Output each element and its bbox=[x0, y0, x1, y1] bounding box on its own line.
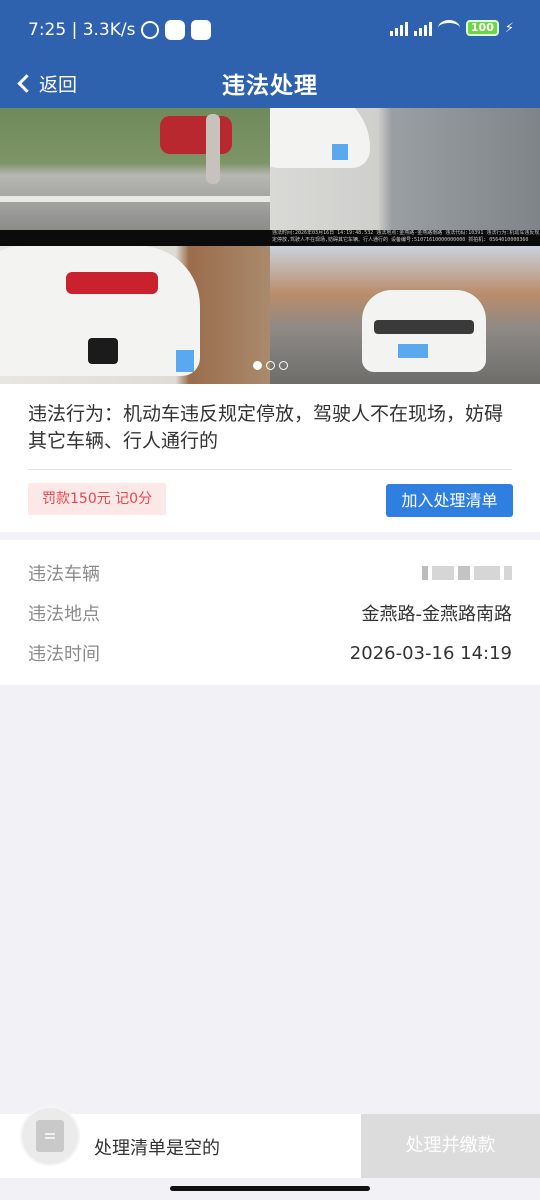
signal-icon-2 bbox=[413, 20, 432, 36]
detail-label: 违法时间 bbox=[28, 644, 100, 665]
violation-photo-carousel[interactable]: 违法时间:2026年03月16日 14:19:48.532 违法地点:金燕路-金… bbox=[0, 108, 540, 384]
add-to-list-button[interactable]: 加入处理清单 bbox=[386, 484, 513, 517]
carousel-dot bbox=[278, 361, 288, 370]
page-title: 违法处理 bbox=[222, 73, 318, 99]
detail-value: 2026-03-16 14:19 bbox=[349, 642, 512, 664]
detail-row-location: 违法地点 金燕路-金燕路南路 bbox=[28, 593, 512, 633]
list-icon bbox=[36, 1120, 64, 1152]
wifi-icon bbox=[437, 20, 460, 36]
signal-icon bbox=[389, 20, 408, 36]
status-bar: 7:25 | 3.3K/s 100 ⚡ bbox=[0, 0, 540, 58]
battery-icon: 100 bbox=[465, 20, 499, 36]
detail-label: 违法地点 bbox=[28, 604, 100, 625]
app-notification-icon bbox=[165, 20, 186, 40]
penalty-badge: 罚款150元 记0分 bbox=[28, 483, 167, 515]
bottom-action-bar: 处理清单是空的 处理并缴款 bbox=[0, 1106, 540, 1178]
carousel-dot-active bbox=[252, 361, 262, 370]
process-and-pay-button[interactable]: 处理并缴款 bbox=[361, 1114, 540, 1178]
evidence-photo-1 bbox=[0, 108, 270, 230]
violation-behavior: 违法行为：机动车违反规定停放，驾驶人不在现场，妨碍其它车辆、行人通行的 bbox=[28, 403, 504, 452]
photo-info-strip: 违法时间:2026年03月16日 14:19:48.532 违法地点:金燕路-金… bbox=[0, 230, 540, 246]
detail-label: 违法车辆 bbox=[28, 564, 100, 585]
photo-caption: 违法时间:2026年03月16日 14:19:48.532 违法地点:金燕路-金… bbox=[272, 230, 540, 243]
detail-row-vehicle: 违法车辆 bbox=[28, 553, 512, 593]
camera-notification-icon bbox=[191, 20, 212, 40]
violation-card: 违法行为：机动车违反规定停放，驾驶人不在现场，妨碍其它车辆、行人通行的 罚款15… bbox=[0, 384, 540, 532]
home-indicator[interactable] bbox=[170, 1186, 370, 1191]
evidence-photo-2 bbox=[270, 108, 540, 230]
status-time-speed: 7:25 | 3.3K/s bbox=[28, 20, 136, 40]
divider bbox=[28, 469, 512, 470]
masked-plate-value bbox=[422, 566, 512, 580]
violation-details: 违法车辆 违法地点 金燕路-金燕路南路 违法时间 2026-03-16 14:1… bbox=[0, 540, 540, 685]
charging-icon: ⚡ bbox=[504, 20, 514, 36]
carousel-dot bbox=[265, 361, 275, 370]
detail-value: 金燕路-金燕路南路 bbox=[361, 604, 513, 625]
detail-row-time: 违法时间 2026-03-16 14:19 bbox=[28, 633, 512, 673]
empty-list-text: 处理清单是空的 bbox=[94, 1138, 220, 1159]
processing-list-button[interactable] bbox=[20, 1106, 80, 1166]
nav-bar: 返回 违法处理 bbox=[0, 58, 540, 108]
alarm-icon bbox=[141, 21, 160, 39]
carousel-indicator bbox=[0, 361, 540, 370]
